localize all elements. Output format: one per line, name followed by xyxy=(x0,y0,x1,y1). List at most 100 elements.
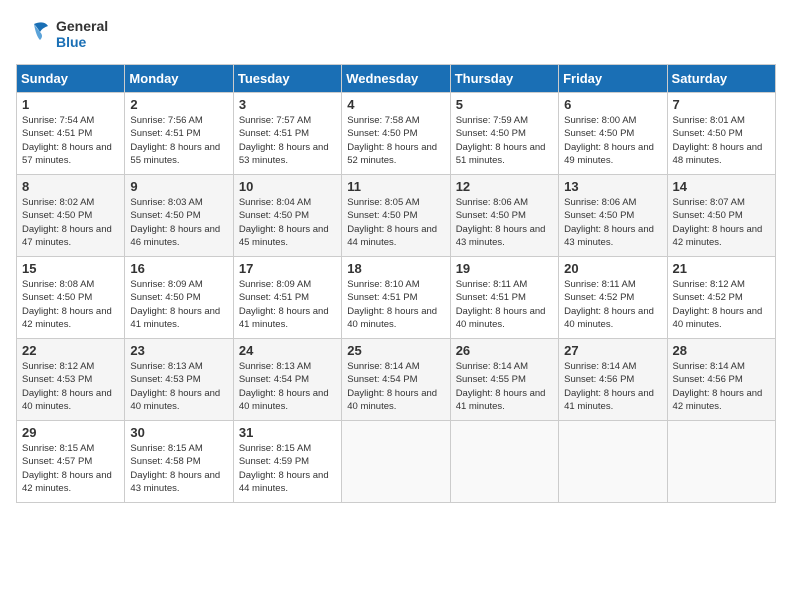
day-cell: 17 Sunrise: 8:09 AMSunset: 4:51 PMDaylig… xyxy=(233,257,341,339)
day-info: Sunrise: 7:57 AMSunset: 4:51 PMDaylight:… xyxy=(239,114,336,167)
week-row-1: 1 Sunrise: 7:54 AMSunset: 4:51 PMDayligh… xyxy=(17,93,776,175)
day-cell: 3 Sunrise: 7:57 AMSunset: 4:51 PMDayligh… xyxy=(233,93,341,175)
day-number: 28 xyxy=(673,343,770,358)
day-cell: 10 Sunrise: 8:04 AMSunset: 4:50 PMDaylig… xyxy=(233,175,341,257)
day-cell: 14 Sunrise: 8:07 AMSunset: 4:50 PMDaylig… xyxy=(667,175,775,257)
day-cell: 28 Sunrise: 8:14 AMSunset: 4:56 PMDaylig… xyxy=(667,339,775,421)
col-header-friday: Friday xyxy=(559,65,667,93)
day-cell: 11 Sunrise: 8:05 AMSunset: 4:50 PMDaylig… xyxy=(342,175,450,257)
day-info: Sunrise: 8:06 AMSunset: 4:50 PMDaylight:… xyxy=(564,196,661,249)
day-cell: 6 Sunrise: 8:00 AMSunset: 4:50 PMDayligh… xyxy=(559,93,667,175)
week-row-5: 29 Sunrise: 8:15 AMSunset: 4:57 PMDaylig… xyxy=(17,421,776,503)
day-info: Sunrise: 8:02 AMSunset: 4:50 PMDaylight:… xyxy=(22,196,119,249)
week-row-4: 22 Sunrise: 8:12 AMSunset: 4:53 PMDaylig… xyxy=(17,339,776,421)
day-info: Sunrise: 7:58 AMSunset: 4:50 PMDaylight:… xyxy=(347,114,444,167)
day-number: 18 xyxy=(347,261,444,276)
day-cell: 12 Sunrise: 8:06 AMSunset: 4:50 PMDaylig… xyxy=(450,175,558,257)
day-info: Sunrise: 8:01 AMSunset: 4:50 PMDaylight:… xyxy=(673,114,770,167)
day-info: Sunrise: 8:07 AMSunset: 4:50 PMDaylight:… xyxy=(673,196,770,249)
day-number: 4 xyxy=(347,97,444,112)
day-info: Sunrise: 8:12 AMSunset: 4:53 PMDaylight:… xyxy=(22,360,119,413)
day-info: Sunrise: 8:15 AMSunset: 4:58 PMDaylight:… xyxy=(130,442,227,495)
day-cell: 13 Sunrise: 8:06 AMSunset: 4:50 PMDaylig… xyxy=(559,175,667,257)
day-cell xyxy=(342,421,450,503)
day-number: 12 xyxy=(456,179,553,194)
day-number: 27 xyxy=(564,343,661,358)
calendar-table: SundayMondayTuesdayWednesdayThursdayFrid… xyxy=(16,64,776,503)
day-number: 16 xyxy=(130,261,227,276)
day-cell: 21 Sunrise: 8:12 AMSunset: 4:52 PMDaylig… xyxy=(667,257,775,339)
day-number: 17 xyxy=(239,261,336,276)
day-cell: 20 Sunrise: 8:11 AMSunset: 4:52 PMDaylig… xyxy=(559,257,667,339)
week-row-2: 8 Sunrise: 8:02 AMSunset: 4:50 PMDayligh… xyxy=(17,175,776,257)
day-info: Sunrise: 8:11 AMSunset: 4:51 PMDaylight:… xyxy=(456,278,553,331)
day-number: 2 xyxy=(130,97,227,112)
day-info: Sunrise: 8:15 AMSunset: 4:59 PMDaylight:… xyxy=(239,442,336,495)
col-header-tuesday: Tuesday xyxy=(233,65,341,93)
day-number: 30 xyxy=(130,425,227,440)
day-cell: 29 Sunrise: 8:15 AMSunset: 4:57 PMDaylig… xyxy=(17,421,125,503)
day-info: Sunrise: 7:56 AMSunset: 4:51 PMDaylight:… xyxy=(130,114,227,167)
col-header-wednesday: Wednesday xyxy=(342,65,450,93)
day-cell: 22 Sunrise: 8:12 AMSunset: 4:53 PMDaylig… xyxy=(17,339,125,421)
day-info: Sunrise: 8:13 AMSunset: 4:53 PMDaylight:… xyxy=(130,360,227,413)
day-cell: 26 Sunrise: 8:14 AMSunset: 4:55 PMDaylig… xyxy=(450,339,558,421)
day-number: 25 xyxy=(347,343,444,358)
day-cell: 4 Sunrise: 7:58 AMSunset: 4:50 PMDayligh… xyxy=(342,93,450,175)
col-header-thursday: Thursday xyxy=(450,65,558,93)
day-number: 31 xyxy=(239,425,336,440)
logo-blue: Blue xyxy=(56,34,108,50)
day-cell xyxy=(559,421,667,503)
day-number: 29 xyxy=(22,425,119,440)
day-cell: 2 Sunrise: 7:56 AMSunset: 4:51 PMDayligh… xyxy=(125,93,233,175)
day-number: 14 xyxy=(673,179,770,194)
day-info: Sunrise: 7:59 AMSunset: 4:50 PMDaylight:… xyxy=(456,114,553,167)
day-info: Sunrise: 7:54 AMSunset: 4:51 PMDaylight:… xyxy=(22,114,119,167)
header-row: SundayMondayTuesdayWednesdayThursdayFrid… xyxy=(17,65,776,93)
day-info: Sunrise: 8:12 AMSunset: 4:52 PMDaylight:… xyxy=(673,278,770,331)
day-info: Sunrise: 8:14 AMSunset: 4:54 PMDaylight:… xyxy=(347,360,444,413)
day-number: 13 xyxy=(564,179,661,194)
day-cell: 23 Sunrise: 8:13 AMSunset: 4:53 PMDaylig… xyxy=(125,339,233,421)
day-number: 24 xyxy=(239,343,336,358)
day-cell xyxy=(667,421,775,503)
day-info: Sunrise: 8:09 AMSunset: 4:51 PMDaylight:… xyxy=(239,278,336,331)
day-cell: 9 Sunrise: 8:03 AMSunset: 4:50 PMDayligh… xyxy=(125,175,233,257)
day-cell: 8 Sunrise: 8:02 AMSunset: 4:50 PMDayligh… xyxy=(17,175,125,257)
day-number: 26 xyxy=(456,343,553,358)
day-info: Sunrise: 8:06 AMSunset: 4:50 PMDaylight:… xyxy=(456,196,553,249)
day-cell: 27 Sunrise: 8:14 AMSunset: 4:56 PMDaylig… xyxy=(559,339,667,421)
day-number: 5 xyxy=(456,97,553,112)
day-number: 19 xyxy=(456,261,553,276)
day-cell: 7 Sunrise: 8:01 AMSunset: 4:50 PMDayligh… xyxy=(667,93,775,175)
day-number: 11 xyxy=(347,179,444,194)
day-info: Sunrise: 8:14 AMSunset: 4:56 PMDaylight:… xyxy=(564,360,661,413)
day-cell: 5 Sunrise: 7:59 AMSunset: 4:50 PMDayligh… xyxy=(450,93,558,175)
logo: General Blue xyxy=(16,16,108,52)
day-info: Sunrise: 8:14 AMSunset: 4:55 PMDaylight:… xyxy=(456,360,553,413)
day-info: Sunrise: 8:11 AMSunset: 4:52 PMDaylight:… xyxy=(564,278,661,331)
day-info: Sunrise: 8:09 AMSunset: 4:50 PMDaylight:… xyxy=(130,278,227,331)
page-header: General Blue xyxy=(16,16,776,52)
day-number: 10 xyxy=(239,179,336,194)
logo-general: General xyxy=(56,18,108,34)
day-info: Sunrise: 8:10 AMSunset: 4:51 PMDaylight:… xyxy=(347,278,444,331)
day-info: Sunrise: 8:05 AMSunset: 4:50 PMDaylight:… xyxy=(347,196,444,249)
day-number: 15 xyxy=(22,261,119,276)
day-cell: 1 Sunrise: 7:54 AMSunset: 4:51 PMDayligh… xyxy=(17,93,125,175)
day-number: 7 xyxy=(673,97,770,112)
day-cell: 19 Sunrise: 8:11 AMSunset: 4:51 PMDaylig… xyxy=(450,257,558,339)
day-cell: 18 Sunrise: 8:10 AMSunset: 4:51 PMDaylig… xyxy=(342,257,450,339)
day-info: Sunrise: 8:14 AMSunset: 4:56 PMDaylight:… xyxy=(673,360,770,413)
day-number: 6 xyxy=(564,97,661,112)
day-cell xyxy=(450,421,558,503)
col-header-saturday: Saturday xyxy=(667,65,775,93)
day-cell: 16 Sunrise: 8:09 AMSunset: 4:50 PMDaylig… xyxy=(125,257,233,339)
day-info: Sunrise: 8:03 AMSunset: 4:50 PMDaylight:… xyxy=(130,196,227,249)
col-header-sunday: Sunday xyxy=(17,65,125,93)
day-number: 20 xyxy=(564,261,661,276)
day-number: 1 xyxy=(22,97,119,112)
day-info: Sunrise: 8:08 AMSunset: 4:50 PMDaylight:… xyxy=(22,278,119,331)
day-info: Sunrise: 8:00 AMSunset: 4:50 PMDaylight:… xyxy=(564,114,661,167)
logo-bird-icon xyxy=(16,16,52,52)
